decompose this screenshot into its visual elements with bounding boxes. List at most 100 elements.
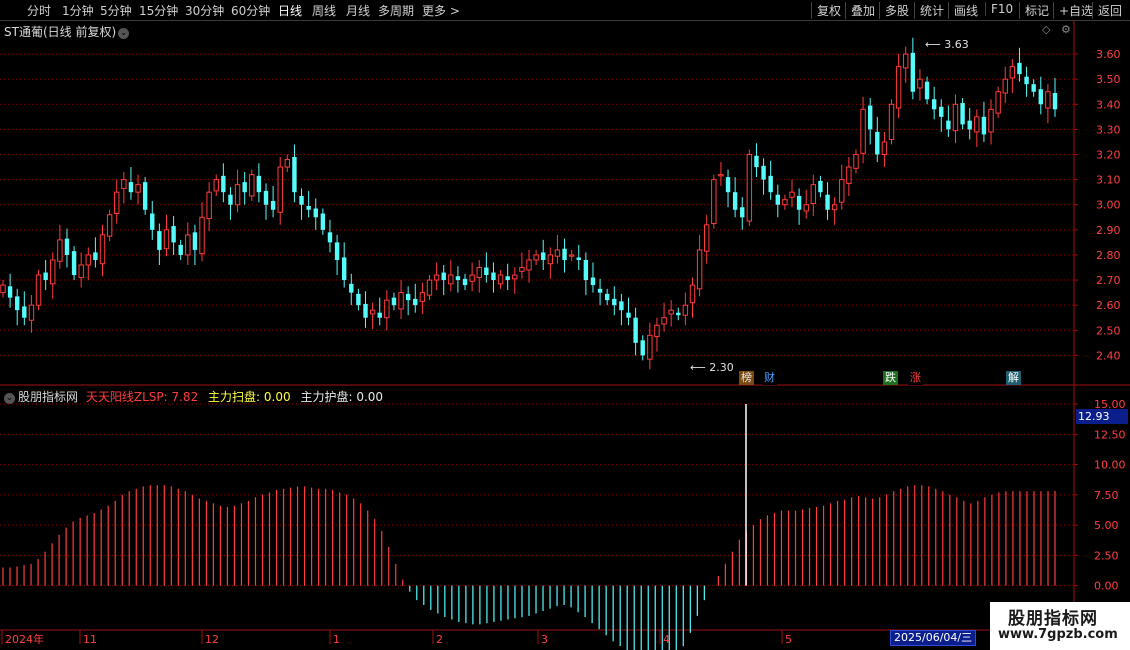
candle-body-115 [818,180,823,193]
candle-body-116 [825,194,830,210]
candle-body-74 [526,259,532,271]
candle-body-82 [583,259,589,281]
ind-tick-label-5: 12.50 [1094,428,1126,441]
candle-body-11 [78,264,84,279]
candle-body-28 [199,216,205,255]
candle-body-143 [1017,62,1022,75]
candle-body-128 [910,52,916,92]
candle-body-56 [398,292,404,310]
candle-body-47 [334,242,340,260]
candle-body-64 [455,276,461,281]
event-badge-3[interactable]: 涨 [908,371,923,385]
candle-body-137 [974,116,980,133]
candle-body-113 [803,204,809,212]
candle-body-33 [234,184,241,206]
candle-body-54 [384,299,390,319]
candle-body-23 [163,229,170,250]
candle-body-25 [178,244,183,255]
candle-body-97 [689,284,696,304]
candle-body-90 [640,340,645,356]
candle-body-77 [547,254,554,265]
time-label-0: 2024年 [5,632,44,646]
candle-body-117 [831,204,838,211]
candle-body-103 [732,192,738,210]
candle-body-141 [1002,78,1008,94]
candle-body-127 [903,53,909,69]
time-label-6: 4 [663,633,670,646]
price-tick-label-2: 2.60 [1096,299,1121,312]
candle-body-20 [142,182,148,210]
candle-body-50 [356,293,361,306]
candle-body-130 [924,81,930,100]
candle-body-62 [441,272,446,281]
event-badge-2[interactable]: 跌 [883,371,898,385]
candle-body-34 [242,182,247,193]
candle-body-140 [995,91,1001,114]
candle-body-102 [725,177,731,193]
candle-body-110 [782,199,788,206]
candle-body-80 [568,254,575,257]
candle-body-119 [846,166,852,184]
candle-body-125 [888,103,895,140]
candle-body-78 [554,249,561,257]
candle-body-48 [341,257,347,281]
candle-body-57 [405,293,411,301]
candle-body-68 [484,267,489,276]
watermark-title: 股朋指标网 [1008,609,1098,629]
candle-body-92 [654,324,660,338]
price-tick-label-1: 2.50 [1096,324,1121,337]
price-tick-label-6: 3.00 [1096,199,1121,212]
candle-body-2 [15,296,20,311]
event-badge-0[interactable]: 榜 [739,371,754,385]
candle-body-26 [185,234,191,256]
high-price-value: 3.63 [944,38,969,51]
candle-body-1 [7,286,13,298]
candle-body-17 [121,179,127,189]
candle-body-3 [22,306,27,318]
candle-body-138 [981,116,987,135]
candle-body-121 [860,108,866,154]
candle-body-139 [988,108,994,133]
candle-body-29 [206,191,212,220]
candle-body-133 [946,120,951,130]
candle-body-59 [419,292,426,302]
candle-body-61 [433,274,440,281]
candle-body-55 [391,297,397,306]
event-badge-4[interactable]: 解 [1006,371,1021,385]
price-tick-label-11: 3.50 [1096,73,1121,86]
event-badge-1[interactable]: 财 [762,371,777,385]
candle-body-8 [57,239,63,262]
ind-tick-label-2: 5.00 [1094,519,1119,532]
watermark: 股朋指标网 www.7gpzb.com [990,602,1130,650]
time-label-4: 2 [436,633,443,646]
candle-body-53 [377,312,382,318]
candle-body-144 [1024,76,1029,85]
candle-body-21 [150,213,155,230]
ind-tick-label-3: 7.50 [1094,489,1119,502]
current-value-box: 12.93 [1076,409,1128,424]
candle-body-51 [363,303,368,318]
candle-body-84 [597,288,603,293]
price-tick-label-5: 2.90 [1096,224,1121,237]
candle-body-148 [1052,93,1058,110]
price-tick-label-4: 2.80 [1096,249,1121,262]
chart-canvas[interactable]: 2.40 2.50 2.60 2.70 2.80 2.90 3.00 3.10 3.20 3.30… [0,0,1130,650]
candle-body-12 [85,254,92,266]
candle-body-99 [703,224,710,252]
time-label-2: 12 [205,633,219,646]
candle-body-38 [270,200,276,210]
ind-tick-label-1: 2.50 [1094,549,1119,562]
candle-body-85 [604,293,610,301]
candle-body-107 [761,165,766,180]
time-label-7: 5 [785,633,792,646]
candle-body-88 [626,312,631,318]
candle-body-16 [114,191,120,215]
candle-body-123 [875,131,880,155]
candle-body-44 [313,208,318,218]
candle-body-91 [647,334,653,360]
candle-body-124 [881,141,888,156]
candle-body-67 [476,267,482,279]
candle-body-15 [106,214,113,237]
candle-body-10 [71,251,77,276]
candle-body-101 [718,174,724,177]
